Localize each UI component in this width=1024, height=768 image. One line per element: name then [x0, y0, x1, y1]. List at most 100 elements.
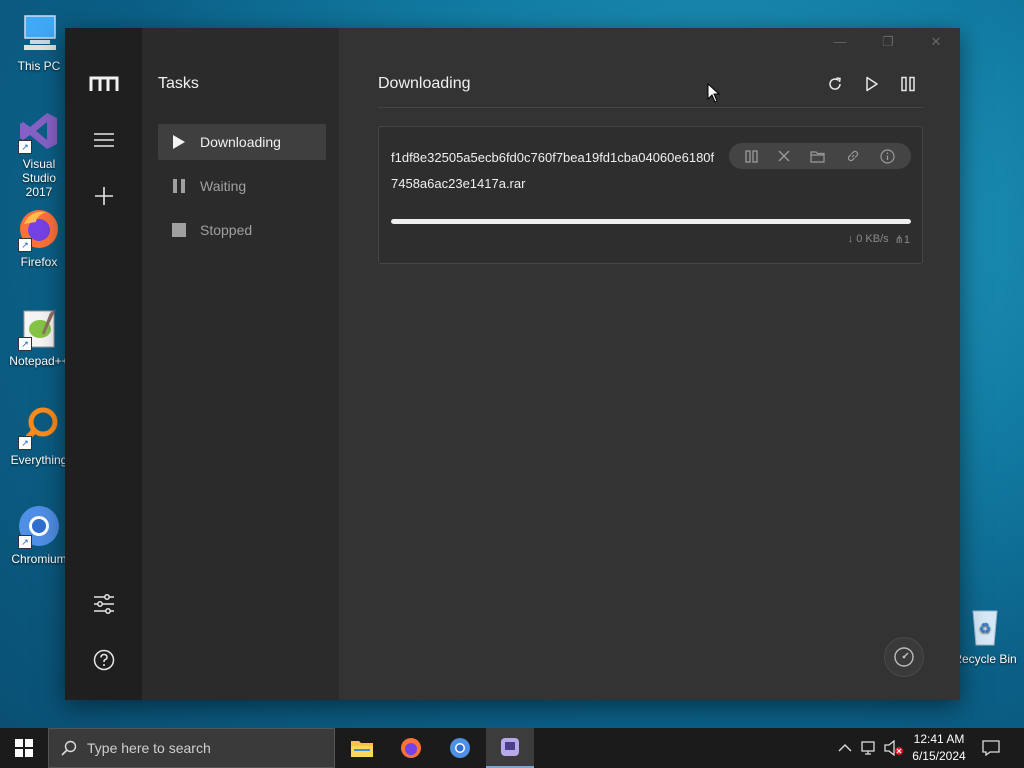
task-stats: ↓ 0 KB/s ⋔1	[848, 233, 910, 246]
connections-icon: ⋔	[894, 234, 904, 246]
maximize-icon: ❐	[882, 34, 894, 49]
add-task-button[interactable]	[65, 176, 142, 216]
stop-icon	[158, 223, 200, 237]
play-icon	[158, 135, 200, 149]
task-copy-link-button[interactable]	[846, 149, 860, 163]
task-progress-fill	[391, 219, 911, 224]
task-delete-button[interactable]	[778, 150, 790, 162]
motrix-app-icon	[501, 738, 519, 756]
chevron-up-icon	[838, 744, 852, 752]
mouse-cursor-icon	[707, 83, 721, 103]
search-icon	[61, 740, 77, 756]
windows-logo-icon	[15, 739, 33, 757]
notification-icon	[982, 740, 1000, 756]
shortcut-arrow-icon: ↗	[18, 140, 32, 154]
task-actions-bar	[729, 143, 911, 169]
connections: ⋔1	[895, 233, 910, 246]
task-filter-stopped[interactable]: Stopped	[158, 212, 326, 248]
firefox-icon: ↗	[16, 206, 62, 252]
shortcut-arrow-icon: ↗	[18, 337, 32, 351]
pause-icon	[158, 179, 200, 193]
refresh-icon	[829, 77, 841, 90]
task-filter-label: Stopped	[200, 222, 253, 238]
shortcut-arrow-icon: ↗	[18, 436, 32, 450]
link-icon	[847, 150, 858, 162]
preferences-button[interactable]	[65, 584, 142, 624]
volume-muted-icon	[884, 740, 903, 756]
resume-all-button[interactable]	[857, 72, 887, 96]
tray-volume[interactable]	[884, 728, 904, 768]
close-icon: ✕	[930, 34, 942, 49]
menu-icon	[93, 133, 114, 147]
task-progress-bar	[391, 219, 911, 224]
shortcut-arrow-icon: ↗	[18, 238, 32, 252]
close-icon	[778, 150, 790, 162]
pause-icon	[745, 149, 758, 163]
taskbar-file-explorer[interactable]	[338, 728, 386, 768]
minimize-button[interactable]: —	[825, 34, 855, 50]
network-icon	[861, 741, 875, 755]
notepadpp-icon: ↗	[16, 305, 62, 351]
motrix-logo-icon	[89, 76, 118, 91]
info-icon	[880, 148, 895, 164]
task-file-name: f1df8e32505a5ecb6fd0c760f7bea19fd1cba040…	[391, 150, 715, 191]
visual-studio-icon: ↗	[16, 108, 62, 154]
motrix-window: Tasks Downloading Waiting Stopped Downlo…	[65, 28, 960, 700]
chromium-icon: ↗	[16, 503, 62, 549]
tray-network[interactable]	[861, 728, 879, 768]
download-speed: ↓ 0 KB/s	[848, 233, 889, 246]
tray-show-hidden-icons[interactable]	[838, 728, 852, 768]
page-title: Downloading	[378, 75, 471, 92]
help-icon	[93, 649, 114, 671]
minimize-icon: —	[833, 34, 847, 49]
computer-icon	[16, 10, 62, 56]
shortcut-arrow-icon: ↗	[18, 535, 32, 549]
task-pause-button[interactable]	[745, 149, 758, 163]
maximize-button[interactable]: ❐	[873, 34, 903, 50]
action-center-button[interactable]	[982, 728, 1000, 768]
menu-button[interactable]	[65, 120, 142, 160]
tasks-panel-title: Tasks	[158, 75, 199, 92]
everything-search-icon: ↗	[16, 404, 62, 450]
task-filter-downloading[interactable]: Downloading	[158, 124, 326, 160]
app-logo[interactable]	[65, 64, 142, 104]
chromium-icon	[450, 738, 470, 758]
recycle-bin-icon: ♻	[962, 603, 1008, 649]
taskbar-motrix[interactable]	[486, 728, 534, 768]
task-filter-waiting[interactable]: Waiting	[158, 168, 326, 204]
task-info-button[interactable]	[880, 148, 895, 164]
task-card[interactable]: f1df8e32505a5ecb6fd0c760f7bea19fd1cba040…	[378, 126, 923, 264]
pause-all-icon	[901, 76, 915, 92]
close-window-button[interactable]: ✕	[921, 34, 951, 50]
speedometer-icon	[894, 647, 914, 667]
arrow-down-icon: ↓	[847, 233, 854, 245]
taskbar-clock[interactable]: 12:41 AM 6/15/2024	[904, 731, 974, 765]
firefox-icon	[401, 738, 421, 758]
start-button[interactable]	[0, 728, 48, 768]
taskbar: Type here to search 12:41 AM 6/15/2024	[0, 728, 1024, 768]
task-filter-label: Downloading	[200, 134, 281, 150]
task-open-folder-button[interactable]	[810, 150, 826, 163]
download-speed-value: 0 KB/s	[856, 233, 889, 245]
clock-time: 12:41 AM	[913, 732, 965, 746]
task-filter-label: Waiting	[200, 178, 247, 194]
connections-count: 1	[903, 234, 910, 246]
taskbar-search-box[interactable]: Type here to search	[48, 728, 335, 768]
pause-all-button[interactable]	[893, 72, 923, 96]
refresh-button[interactable]	[820, 72, 850, 96]
folder-icon	[810, 150, 826, 163]
add-icon	[94, 187, 113, 205]
main-content: Downloading f1df8e32505a5ecb6fd0c760f7be…	[339, 28, 960, 700]
speed-limit-button[interactable]	[884, 637, 924, 677]
taskbar-chromium[interactable]	[436, 728, 484, 768]
tasks-panel: Tasks Downloading Waiting Stopped	[142, 28, 339, 700]
resume-all-icon	[866, 76, 878, 92]
app-sidebar-rail	[65, 28, 142, 700]
taskbar-firefox[interactable]	[387, 728, 435, 768]
help-button[interactable]	[65, 640, 142, 680]
svg-text:♻: ♻	[979, 621, 992, 637]
search-placeholder: Type here to search	[87, 740, 211, 756]
clock-date: 6/15/2024	[912, 749, 966, 763]
file-explorer-icon	[351, 741, 373, 757]
desktop-icon-label: Visual Studio 2017	[21, 157, 57, 199]
